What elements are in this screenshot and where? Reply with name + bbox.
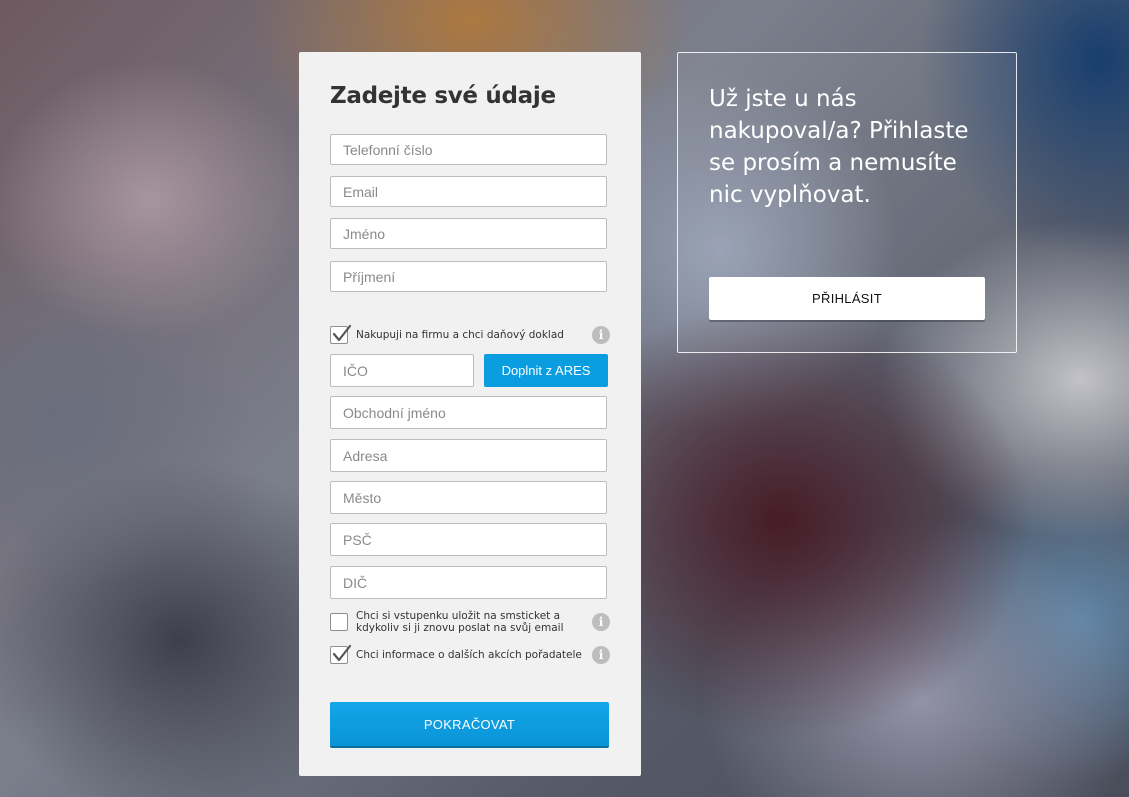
ico-input[interactable]: [330, 354, 474, 387]
first-name-input[interactable]: [330, 218, 607, 249]
email-input[interactable]: [330, 176, 607, 207]
newsletter-option: Chci informace o dalších akcích pořadate…: [330, 644, 610, 664]
smsticket-label: Chci si vstupenku uložit na smsticket a …: [356, 610, 610, 634]
info-icon[interactable]: i: [592, 326, 610, 344]
info-icon[interactable]: i: [592, 646, 610, 664]
city-input[interactable]: [330, 481, 607, 514]
checkmark-icon: [332, 324, 352, 342]
form-title: Zadejte své údaje: [330, 83, 556, 109]
business-name-input[interactable]: [330, 396, 607, 429]
smsticket-label-line1: Chci si vstupenku uložit na smsticket a: [356, 610, 561, 622]
smsticket-checkbox[interactable]: [330, 613, 348, 631]
last-name-input[interactable]: [330, 261, 607, 292]
zip-input[interactable]: [330, 523, 607, 556]
phone-input[interactable]: [330, 134, 607, 165]
company-invoice-label: Nakupuji na firmu a chci daňový doklad: [356, 329, 564, 341]
customer-details-form: Zadejte své údaje Nakupuji na firmu a ch…: [299, 52, 641, 776]
continue-button[interactable]: POKRAČOVAT: [330, 702, 609, 746]
login-button[interactable]: PŘIHLÁSIT: [709, 277, 985, 320]
company-invoice-option: Nakupuji na firmu a chci daňový doklad i: [330, 324, 610, 344]
smsticket-label-line2: kdykoliv si ji znovu poslat na svůj emai…: [356, 622, 564, 634]
dic-input[interactable]: [330, 566, 607, 599]
login-message: Už jste u nás nakupoval/a? Přihlaste se …: [709, 86, 969, 208]
login-panel: Už jste u nás nakupoval/a? Přihlaste se …: [677, 52, 1017, 353]
fill-from-ares-button[interactable]: Doplnit z ARES: [484, 354, 608, 387]
address-input[interactable]: [330, 439, 607, 472]
newsletter-label: Chci informace o dalších akcích pořadate…: [356, 649, 582, 661]
company-invoice-checkbox[interactable]: [330, 324, 352, 344]
checkmark-icon: [332, 644, 352, 662]
smsticket-option: Chci si vstupenku uložit na smsticket a …: [330, 610, 610, 634]
info-icon[interactable]: i: [592, 613, 610, 631]
newsletter-checkbox[interactable]: [330, 644, 352, 664]
